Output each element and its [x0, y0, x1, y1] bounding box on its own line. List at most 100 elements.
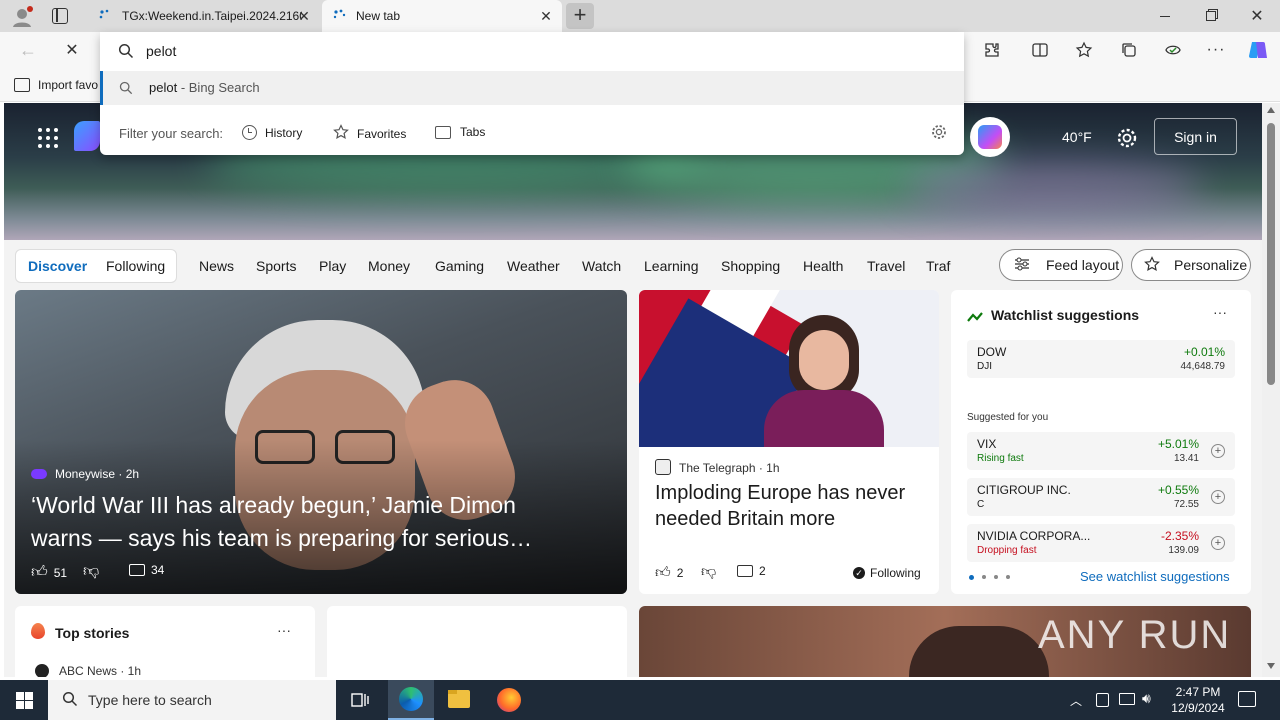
network-icon[interactable]	[1119, 693, 1135, 705]
volume-icon[interactable]: 🔊︎	[1142, 690, 1151, 707]
comment-button[interactable]: 2	[737, 564, 766, 578]
scrollbar-thumb[interactable]	[1267, 123, 1275, 385]
story-headline[interactable]: Imploding Europe has never needed Britai…	[655, 480, 925, 532]
profile-icon[interactable]	[10, 5, 34, 29]
stop-loading-icon[interactable]: ✕	[58, 36, 86, 64]
like-button[interactable]: 👍︎ 2	[655, 564, 683, 582]
watchlist-row-dow[interactable]: DOW DJI +0.01% 44,648.79	[967, 340, 1235, 378]
address-input[interactable]	[146, 40, 926, 62]
more-options-icon[interactable]: ···	[1202, 36, 1230, 64]
search-icon	[62, 691, 78, 710]
task-view-icon[interactable]	[350, 690, 370, 710]
loading-icon	[332, 8, 348, 24]
address-suggestions: pelot - Bing Search Filter your search: …	[100, 32, 964, 155]
main-story-card[interactable]: Moneywise · 2h ‘World War III has alread…	[15, 290, 627, 594]
add-to-watchlist-icon[interactable]: +	[1211, 490, 1225, 504]
check-circle-icon: ✓	[853, 567, 865, 579]
watchlist-row-nvidia[interactable]: NVIDIA CORPORA... Dropping fast -2.35% 1…	[967, 524, 1235, 562]
scroll-up-icon[interactable]	[1267, 107, 1275, 113]
loading-icon	[98, 8, 114, 24]
msn-logo-icon	[74, 121, 100, 151]
story-card-telegraph[interactable]: The Telegraph · 1h Imploding Europe has …	[639, 290, 939, 594]
windows-logo-icon	[15, 691, 33, 709]
collections-icon[interactable]	[1115, 36, 1143, 64]
taskbar-search-box[interactable]: Type here to search	[48, 680, 336, 720]
close-tab-icon[interactable]: ✕	[296, 8, 312, 24]
category-shopping[interactable]: Shopping	[721, 258, 780, 274]
tray-chevron-icon[interactable]: ︿	[1070, 692, 1082, 709]
category-learning[interactable]: Learning	[644, 258, 699, 274]
category-money[interactable]: Money	[368, 258, 410, 274]
add-to-watchlist-icon[interactable]: +	[1211, 444, 1225, 458]
category-sports[interactable]: Sports	[256, 258, 296, 274]
see-watchlist-link[interactable]: See watchlist suggestions	[1080, 569, 1230, 584]
category-health[interactable]: Health	[803, 258, 843, 274]
tab-actions-icon[interactable]	[52, 8, 68, 24]
following-badge[interactable]: ✓ Following	[853, 566, 921, 580]
minimize-button[interactable]	[1142, 0, 1188, 32]
category-weather[interactable]: Weather	[507, 258, 560, 274]
feed-layout-button[interactable]: Feed layout	[999, 249, 1123, 281]
watchlist-row-vix[interactable]: VIX Rising fast +5.01% 13.41 +	[967, 432, 1235, 470]
filter-tabs[interactable]: Tabs	[435, 125, 485, 139]
history-icon	[242, 125, 257, 140]
scroll-down-icon[interactable]	[1267, 663, 1275, 669]
start-button[interactable]	[0, 680, 48, 720]
apps-launcher-icon[interactable]	[38, 128, 58, 148]
suggestion-row[interactable]: pelot - Bing Search	[100, 71, 964, 105]
personalize-icon	[1144, 255, 1160, 275]
telegraph-logo-icon	[655, 459, 671, 475]
category-watch[interactable]: Watch	[582, 258, 621, 274]
top-stories-card: Top stories ··· ABC News · 1h	[15, 606, 315, 677]
story-headline[interactable]: ‘World War III has already begun,’ Jamie…	[31, 489, 611, 555]
settings-gear-icon[interactable]	[1116, 127, 1138, 149]
category-traffic[interactable]: Traf	[926, 258, 950, 274]
category-gaming[interactable]: Gaming	[435, 258, 484, 274]
watchlist-more-icon[interactable]: ···	[1213, 304, 1227, 320]
search-settings-gear-icon[interactable]	[931, 124, 947, 143]
split-screen-icon[interactable]	[1026, 36, 1054, 64]
star-icon	[333, 124, 349, 143]
favorites-icon[interactable]	[1070, 36, 1098, 64]
new-tab-button[interactable]: +	[566, 3, 594, 29]
browser-essentials-icon[interactable]	[1159, 36, 1187, 64]
tab-following[interactable]: Following	[106, 258, 165, 274]
anyrun-watermark: ANY RUN	[1038, 613, 1232, 657]
edge-taskbar-icon[interactable]	[388, 680, 434, 720]
top-stories-more-icon[interactable]: ···	[277, 622, 291, 638]
personalize-button[interactable]: Personalize	[1131, 249, 1251, 281]
clock[interactable]: 2:47 PM 12/9/2024	[1166, 684, 1230, 716]
copilot-icon[interactable]	[1244, 36, 1272, 64]
tab-inactive[interactable]: TGx:Weekend.in.Taipei.2024.2160 ✕	[88, 0, 320, 32]
carousel-dots[interactable]	[969, 575, 1010, 580]
dislike-icon[interactable]: 👎︎	[83, 562, 99, 581]
dislike-icon[interactable]: 👎︎	[701, 563, 716, 581]
close-tab-icon[interactable]: ✕	[538, 8, 554, 24]
back-icon[interactable]: ←	[14, 36, 42, 64]
category-travel[interactable]: Travel	[867, 258, 905, 274]
device-icon[interactable]	[1096, 693, 1109, 707]
tab-discover[interactable]: Discover	[28, 258, 87, 274]
tab-title: TGx:Weekend.in.Taipei.2024.2160	[122, 9, 302, 23]
watchlist-row-citigroup[interactable]: CITIGROUP INC. C +0.55% 72.55 +	[967, 478, 1235, 516]
filter-favorites[interactable]: Favorites	[333, 124, 406, 143]
sign-in-button[interactable]: Sign in	[1154, 118, 1237, 155]
category-news[interactable]: News	[199, 258, 234, 274]
copilot-badge-icon[interactable]	[970, 117, 1010, 157]
restore-button[interactable]	[1188, 0, 1234, 32]
story-source: The Telegraph · 1h	[679, 461, 780, 475]
notifications-icon[interactable]	[1238, 691, 1256, 707]
file-explorer-icon[interactable]	[448, 690, 470, 708]
comment-button[interactable]: 34	[129, 563, 164, 577]
like-button[interactable]: 👍︎ 51	[31, 563, 67, 582]
tab-active[interactable]: New tab ✕	[322, 0, 562, 32]
filter-history[interactable]: History	[242, 125, 302, 140]
firefox-icon[interactable]	[497, 688, 521, 712]
add-to-watchlist-icon[interactable]: +	[1211, 536, 1225, 550]
category-play[interactable]: Play	[319, 258, 346, 274]
page-scrollbar[interactable]	[1262, 103, 1280, 677]
import-favorites-link[interactable]: Import favo	[14, 78, 98, 92]
close-window-button[interactable]: ✕	[1234, 0, 1280, 32]
extensions-icon[interactable]	[978, 36, 1006, 64]
weather-temp[interactable]: 40°F	[1062, 129, 1092, 145]
